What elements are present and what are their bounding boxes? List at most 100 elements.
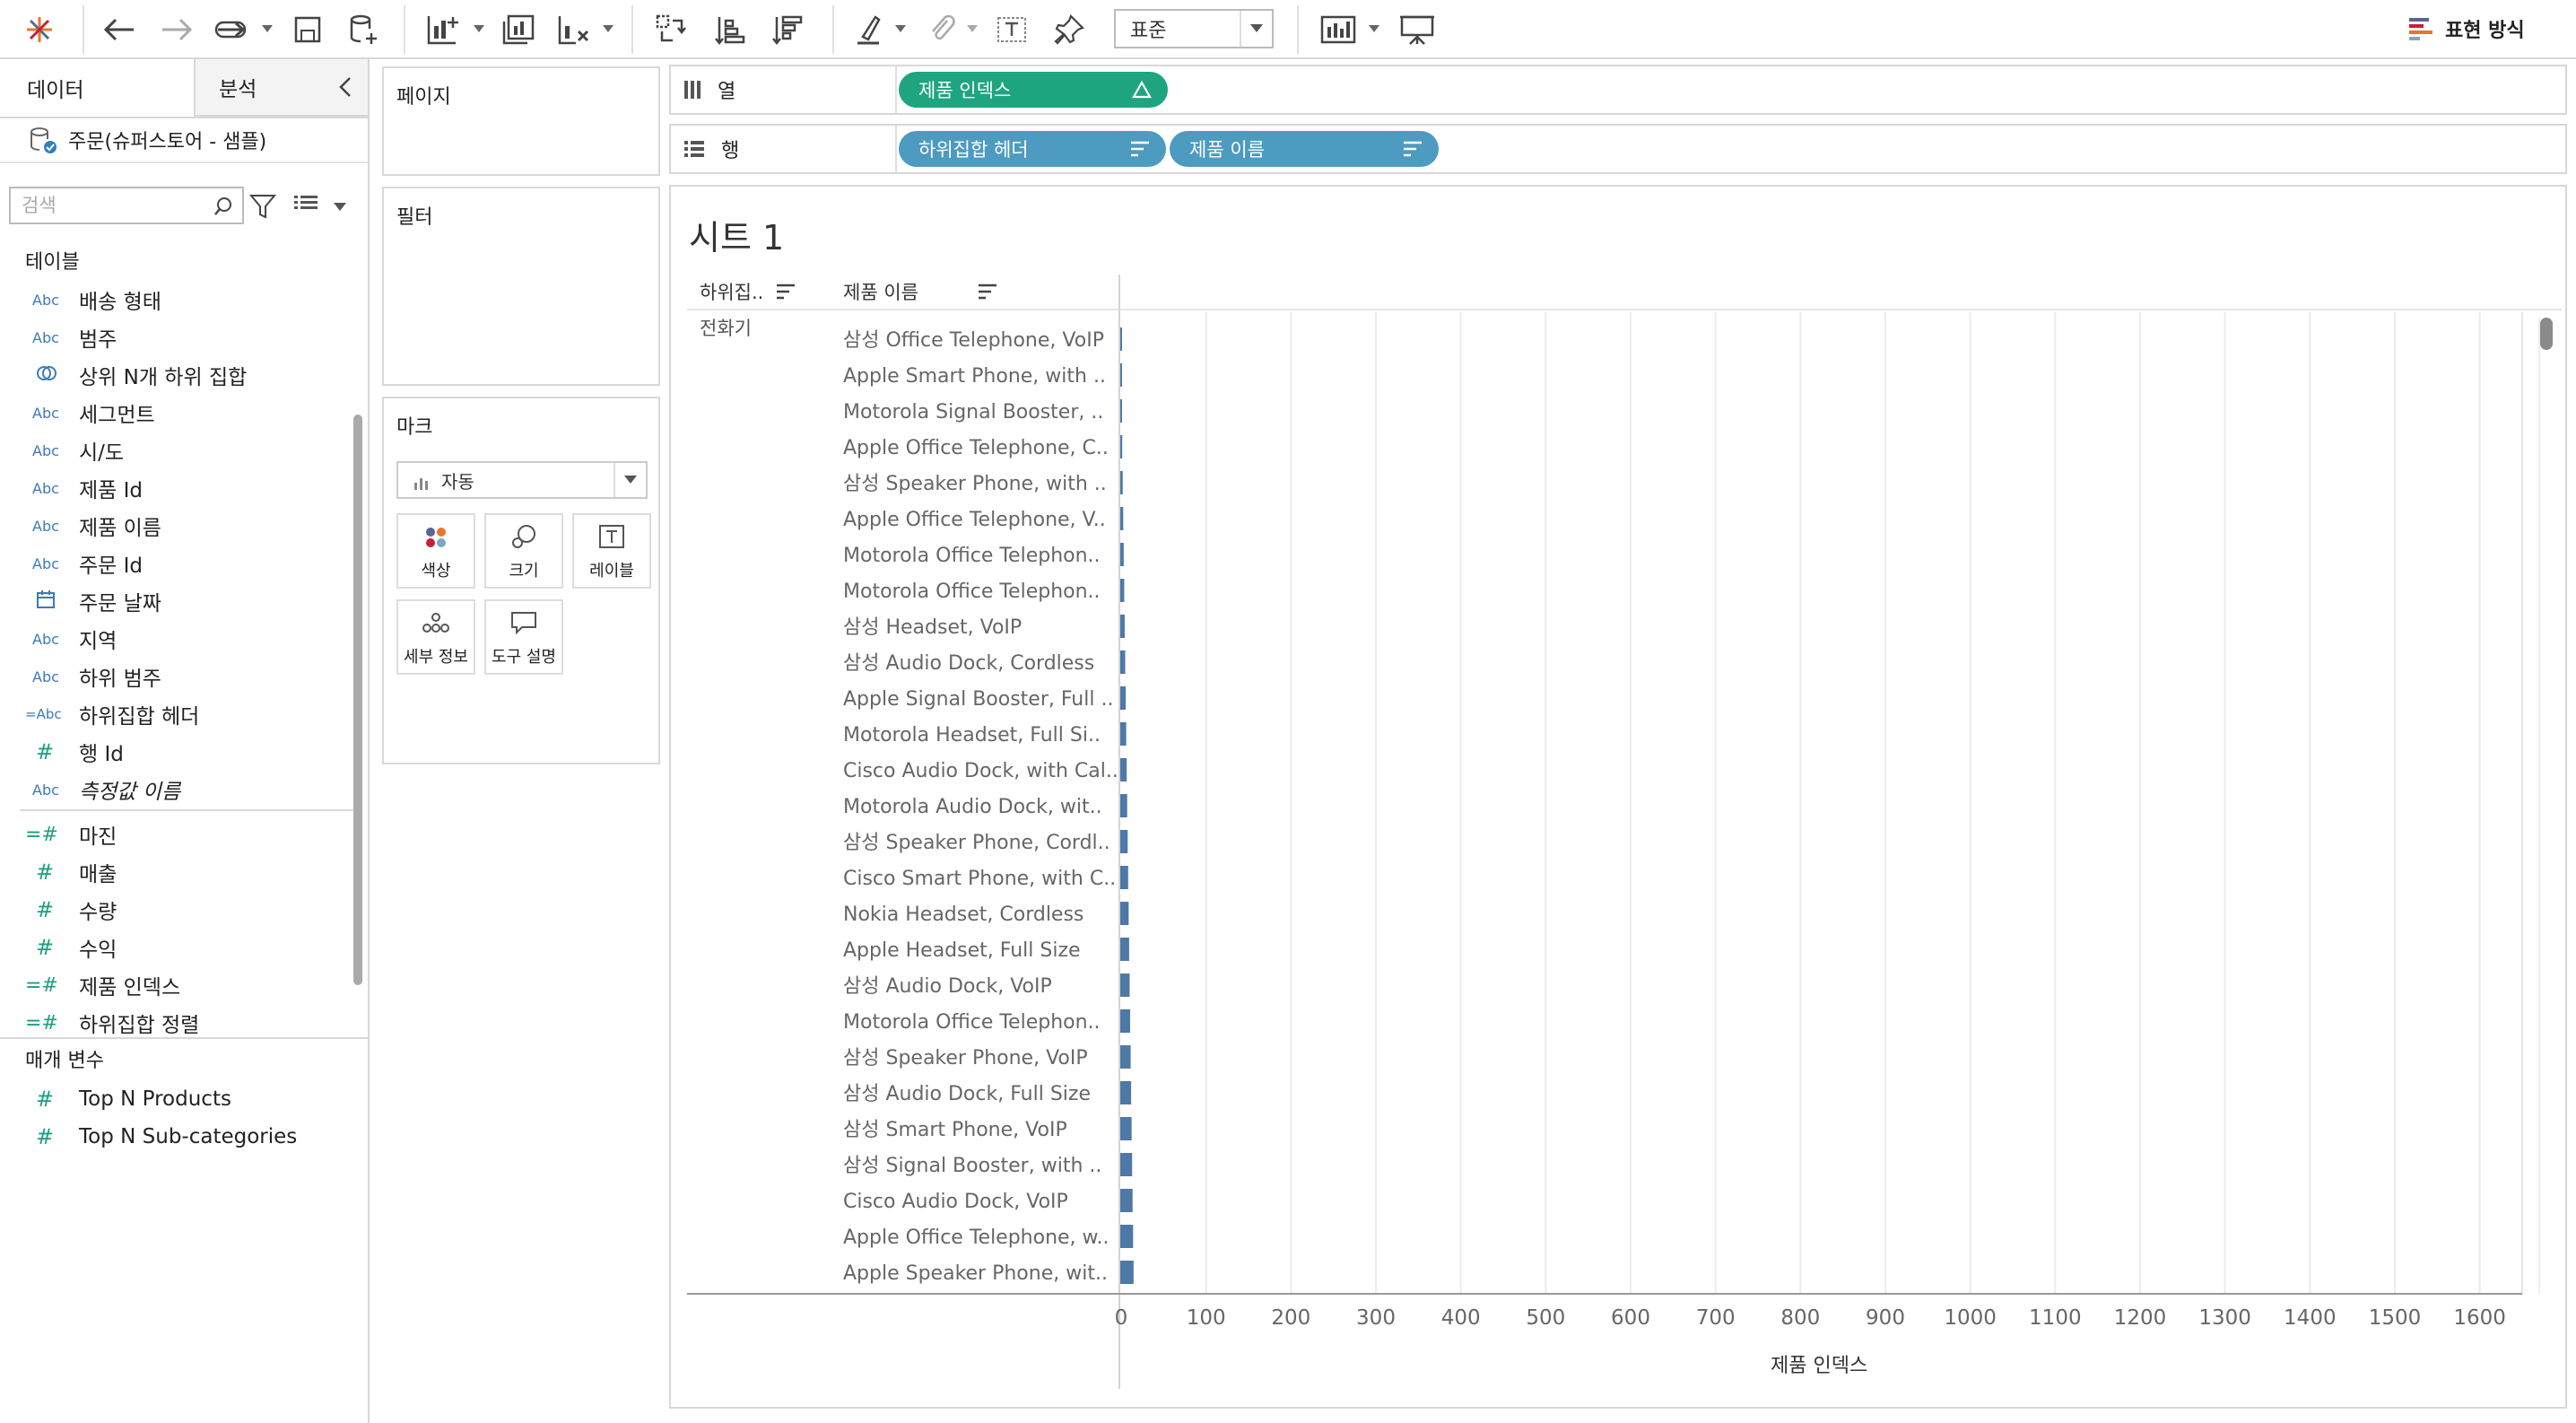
pill-subset-header[interactable]: 하위집합 헤더: [899, 131, 1166, 167]
bar[interactable]: [1119, 1009, 1130, 1033]
product-label[interactable]: Apple Office Telephone, C..: [843, 437, 1109, 459]
swap-rows-columns-icon[interactable]: [648, 7, 694, 52]
product-label[interactable]: Motorola Office Telephon..: [843, 545, 1101, 567]
product-label[interactable]: Cisco Audio Dock, VoIP: [843, 1191, 1068, 1213]
label-button[interactable]: 레이블: [572, 513, 651, 589]
field-item[interactable]: Abc 지역: [0, 620, 350, 658]
filter-icon[interactable]: [248, 194, 277, 223]
tableau-logo-icon[interactable]: [18, 7, 61, 52]
product-label[interactable]: Apple Office Telephone, w..: [843, 1227, 1110, 1249]
product-label[interactable]: Cisco Smart Phone, with C..: [843, 868, 1116, 890]
field-item[interactable]: # Top N Products: [0, 1080, 350, 1118]
scrollbar-thumb[interactable]: [2540, 318, 2553, 350]
field-item[interactable]: Abc 배송 형태: [0, 281, 350, 319]
field-item[interactable]: Abc 주문 Id: [0, 545, 350, 582]
product-label[interactable]: Motorola Office Telephon..: [843, 1011, 1101, 1034]
product-label[interactable]: 삼성 Office Telephone, VoIP: [843, 329, 1104, 352]
product-label[interactable]: Motorola Office Telephon..: [843, 581, 1101, 603]
show-mark-labels-icon[interactable]: [988, 7, 1035, 52]
product-label[interactable]: 삼성 Smart Phone, VoIP: [843, 1119, 1067, 1141]
field-item[interactable]: Abc 세그먼트: [0, 394, 350, 432]
bar[interactable]: [1119, 938, 1129, 961]
clear-sheet-icon[interactable]: [551, 7, 597, 52]
field-item[interactable]: # 수익: [0, 929, 350, 966]
product-label[interactable]: 삼성 Speaker Phone, VoIP: [843, 1047, 1088, 1069]
field-item[interactable]: # 행 Id: [0, 733, 350, 771]
sort-descending-icon[interactable]: [764, 7, 811, 52]
field-item[interactable]: # 수량: [0, 891, 350, 929]
tab-data[interactable]: 데이터: [0, 59, 196, 117]
product-label[interactable]: Motorola Headset, Full Si..: [843, 724, 1101, 746]
field-item[interactable]: 상위 N개 하위 집합: [0, 356, 350, 394]
product-label[interactable]: Apple Smart Phone, with ..: [843, 365, 1106, 388]
new-datasource-icon[interactable]: [341, 7, 386, 52]
bar[interactable]: [1119, 1225, 1134, 1248]
field-item[interactable]: Abc 측정값 이름: [0, 771, 350, 808]
redo-icon[interactable]: [154, 7, 199, 52]
highlight-icon[interactable]: [847, 7, 893, 52]
x-axis-title[interactable]: 제품 인덱스: [1771, 1349, 1867, 1378]
bar[interactable]: [1119, 1261, 1134, 1284]
tooltip-button[interactable]: 도구 설명: [484, 599, 563, 675]
color-button[interactable]: 색상: [396, 513, 475, 589]
show-me-button[interactable]: 표현 방식: [2407, 9, 2525, 48]
bar[interactable]: [1119, 794, 1127, 817]
field-item[interactable]: Abc 시/도: [0, 432, 350, 469]
new-worksheet-icon[interactable]: [420, 7, 466, 52]
pill-product-name[interactable]: 제품 이름: [1170, 131, 1439, 167]
bar[interactable]: [1119, 1153, 1133, 1176]
field-search[interactable]: [9, 187, 244, 224]
pill-product-index[interactable]: 제품 인덱스: [899, 72, 1168, 108]
product-label[interactable]: Cisco Headset, with Caller..: [843, 1298, 1112, 1321]
search-icon[interactable]: [213, 196, 233, 221]
field-item[interactable]: =# 하위집합 정렬: [0, 1004, 350, 1042]
field-item[interactable]: 주문 날짜: [0, 582, 350, 620]
detail-button[interactable]: 세부 정보: [396, 599, 475, 675]
product-label[interactable]: Apple Signal Booster, Full ..: [843, 688, 1113, 711]
group-members-icon[interactable]: [918, 7, 965, 52]
filters-card[interactable]: 필터: [382, 187, 660, 386]
rows-shelf[interactable]: 행 하위집합 헤더 제품 이름: [669, 124, 2567, 174]
chevron-down-icon[interactable]: [334, 203, 346, 211]
product-label[interactable]: Cisco Audio Dock, with Cal..: [843, 760, 1118, 782]
product-label[interactable]: Motorola Signal Booster, ..: [843, 401, 1103, 423]
data-pane-scrollbar[interactable]: [353, 415, 362, 985]
field-item[interactable]: Abc 범주: [0, 319, 350, 356]
field-item[interactable]: Abc 제품 Id: [0, 469, 350, 507]
show-cards-icon[interactable]: [1313, 7, 1363, 52]
product-label[interactable]: Motorola Audio Dock, wit..: [843, 796, 1102, 818]
bar[interactable]: [1119, 973, 1130, 997]
columns-shelf[interactable]: 열 제품 인덱스: [669, 65, 2567, 115]
undo-icon[interactable]: [97, 7, 142, 52]
sort-ascending-icon[interactable]: [707, 7, 753, 52]
field-item[interactable]: =# 제품 인덱스: [0, 966, 350, 1004]
product-label[interactable]: Apple Headset, Full Size: [843, 939, 1081, 962]
product-label[interactable]: 삼성 Signal Booster, with ..: [843, 1155, 1101, 1177]
collapse-pane-icon[interactable]: [337, 75, 353, 102]
product-label[interactable]: 삼성 Audio Dock, VoIP: [843, 975, 1052, 998]
product-label[interactable]: 삼성 Speaker Phone, with ..: [843, 473, 1107, 495]
field-item[interactable]: Abc 제품 이름: [0, 507, 350, 545]
size-button[interactable]: 크기: [484, 513, 563, 589]
product-label[interactable]: Nokia Headset, Cordless: [843, 904, 1083, 926]
replay-icon[interactable]: [210, 7, 255, 52]
bar[interactable]: [1119, 1189, 1133, 1212]
product-label[interactable]: Apple Speaker Phone, wit..: [843, 1262, 1108, 1285]
bar[interactable]: [1119, 1081, 1132, 1104]
product-label[interactable]: 삼성 Headset, VoIP: [843, 616, 1022, 639]
save-icon[interactable]: [285, 7, 330, 52]
bar[interactable]: [1119, 686, 1127, 710]
search-input[interactable]: [22, 195, 201, 216]
bar[interactable]: [1119, 1117, 1132, 1140]
field-item[interactable]: =Abc 하위집합 헤더: [0, 695, 350, 733]
pages-card[interactable]: 페이지: [382, 66, 660, 176]
bar[interactable]: [1119, 722, 1127, 746]
product-label[interactable]: 삼성 Speaker Phone, Cordl..: [843, 832, 1110, 854]
field-item[interactable]: Abc 하위 범주: [0, 658, 350, 695]
presentation-mode-icon[interactable]: [1392, 7, 1442, 52]
bar[interactable]: [1119, 758, 1127, 781]
pin-axes-icon[interactable]: [1046, 7, 1092, 52]
bar[interactable]: [1119, 830, 1128, 853]
mark-type-dropdown[interactable]: 자동: [396, 461, 648, 499]
bar[interactable]: [1119, 902, 1129, 925]
